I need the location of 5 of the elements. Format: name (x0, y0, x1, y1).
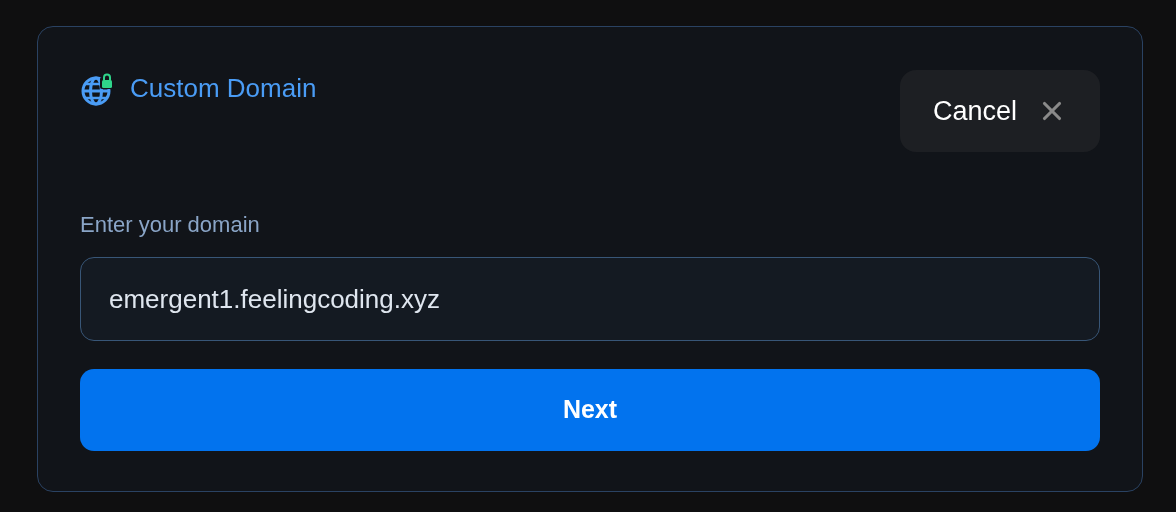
field-label: Enter your domain (80, 211, 261, 239)
domain-input[interactable]: emergent1.feelingcoding.xyz (80, 257, 1100, 341)
dialog-title: Custom Domain (130, 72, 317, 105)
cancel-button[interactable]: Cancel (900, 70, 1100, 152)
next-button[interactable]: Next (80, 369, 1100, 451)
